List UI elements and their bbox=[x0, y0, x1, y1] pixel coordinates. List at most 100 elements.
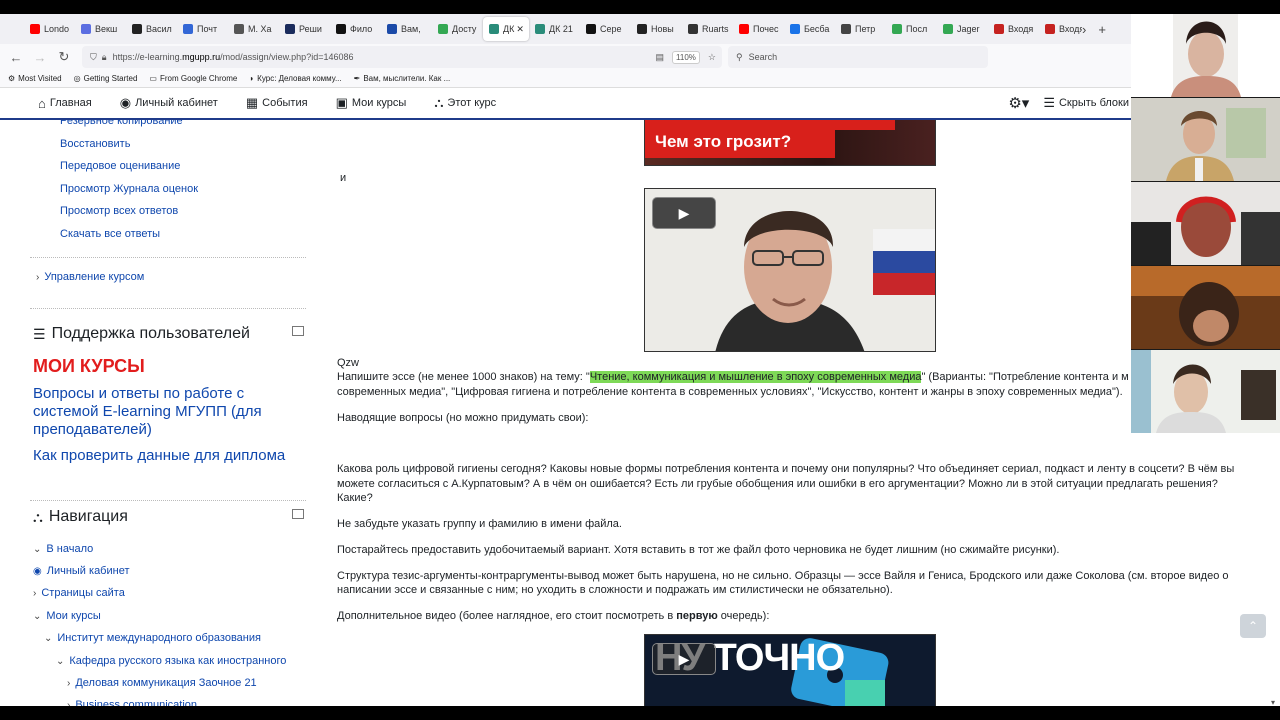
tab-favicon-icon bbox=[739, 24, 749, 34]
tab-label: Входя bbox=[1008, 24, 1034, 34]
play-button[interactable]: ▶ bbox=[652, 643, 716, 675]
browser-nav-bar: ← → ↻ ⛉ 🔒︎ https://e-learning. mgupp.ru/m… bbox=[0, 44, 1131, 70]
bookmark-item[interactable]: ◎ Getting Started bbox=[74, 74, 138, 83]
calendar-icon: ▦ bbox=[245, 95, 259, 110]
moodle-nav-label: События bbox=[262, 97, 308, 109]
video-embed-1[interactable]: Чем это грозит? bbox=[644, 120, 936, 166]
feather-icon: ✒ bbox=[353, 74, 361, 83]
task-suffix: " (Варианты: "Потребление контента и м bbox=[921, 371, 1129, 383]
browser-tab[interactable]: Новы bbox=[631, 17, 682, 41]
tab-favicon-icon bbox=[892, 24, 902, 34]
search-bar[interactable]: ⚲ Search bbox=[728, 46, 988, 68]
chevron-right-icon: › bbox=[36, 271, 40, 283]
bookmark-item[interactable]: ◗ Курс: Деловая комму... bbox=[249, 74, 341, 83]
admin-link[interactable]: Скачать все ответы bbox=[60, 228, 160, 240]
my-courses-heading: МОИ КУРСЫ bbox=[33, 356, 145, 376]
support-link-diploma[interactable]: Как проверить данные для диплома bbox=[33, 447, 285, 465]
participant-video-3[interactable] bbox=[1131, 182, 1280, 265]
participant-video-2[interactable] bbox=[1131, 98, 1280, 181]
zoom-level[interactable]: 110% bbox=[672, 50, 700, 64]
admin-link[interactable]: Резервное копирование bbox=[60, 120, 183, 127]
browser-tab[interactable]: Фило bbox=[330, 17, 381, 41]
reader-view-icon[interactable]: ▤ bbox=[656, 52, 665, 63]
browser-tab[interactable]: ДК ✕ bbox=[483, 17, 529, 41]
nav-tree-item[interactable]: ⌄ Институт международного образования bbox=[44, 632, 261, 644]
browser-tab[interactable]: Реши bbox=[279, 17, 330, 41]
bookmark-label: Getting Started bbox=[83, 74, 138, 83]
participant-video-4[interactable] bbox=[1131, 266, 1280, 349]
moodle-nav-item[interactable]: ◉ Личный кабинет bbox=[120, 95, 218, 111]
browser-tab[interactable]: Вам, bbox=[381, 17, 432, 41]
browser-tab[interactable]: ДК 21 bbox=[529, 17, 580, 41]
admin-link[interactable]: Просмотр Журнала оценок bbox=[60, 183, 198, 195]
task-line-2: современных медиа", "Цифровая гигиена и … bbox=[337, 386, 1123, 398]
browser-tab[interactable]: Векш bbox=[75, 17, 126, 41]
participant-video-1[interactable] bbox=[1131, 14, 1280, 97]
tab-label: Фило bbox=[350, 24, 373, 34]
nav-tree-item[interactable]: › Страницы сайта bbox=[33, 587, 125, 599]
new-tab-icon[interactable]: + bbox=[1098, 22, 1106, 37]
collapse-block-icon[interactable] bbox=[292, 509, 304, 519]
nav-tree-item[interactable]: ◉ Личный кабинет bbox=[33, 565, 130, 577]
moodle-nav-item[interactable]: ▣ Мои курсы bbox=[336, 95, 407, 111]
admin-link[interactable]: Передовое оценивание bbox=[60, 160, 180, 172]
nav-tree-item[interactable]: › Business communication bbox=[67, 699, 197, 706]
tab-close-icon[interactable]: ✕ bbox=[516, 24, 524, 35]
browser-tab[interactable]: Петр bbox=[835, 17, 886, 41]
paragraph-filename: Не забудьте указать группу и фамилию в и… bbox=[337, 518, 622, 530]
course-admin-link[interactable]: › Управление курсом bbox=[36, 271, 144, 283]
paragraph-readable: Постарайтесь предоставить удобочитаемый … bbox=[337, 544, 1060, 556]
bookmark-item[interactable]: ▭ From Google Chrome bbox=[149, 74, 237, 83]
search-icon: ⚲ bbox=[736, 51, 743, 62]
browser-tab[interactable]: Почес bbox=[733, 17, 784, 41]
browser-tab[interactable]: Jager bbox=[937, 17, 988, 41]
browser-tab[interactable]: М. Ха bbox=[228, 17, 279, 41]
nav-tree-item[interactable]: ⌄ В начало bbox=[33, 543, 93, 555]
bookmark-item[interactable]: ⚙ Most Visited bbox=[8, 74, 62, 83]
tab-favicon-icon bbox=[994, 24, 1004, 34]
back-icon[interactable]: ← bbox=[4, 50, 28, 65]
tab-label: Векш bbox=[95, 24, 118, 34]
play-button[interactable]: ▶ bbox=[652, 197, 716, 229]
settings-gear-icon[interactable]: ⚙▾ bbox=[1008, 94, 1029, 112]
browser-tab[interactable]: Посл bbox=[886, 17, 937, 41]
folder-icon: ▭ bbox=[149, 74, 157, 83]
moodle-nav-label: Личный кабинет bbox=[135, 97, 218, 109]
moodle-nav-label: Этот курс bbox=[447, 97, 497, 109]
tab-scroll-right-icon[interactable]: › bbox=[1082, 22, 1086, 37]
browser-tab[interactable]: Бесба bbox=[784, 17, 835, 41]
nav-tree-label: Личный кабинет bbox=[46, 565, 130, 577]
participant-video-5[interactable] bbox=[1131, 350, 1280, 433]
moodle-nav-item[interactable]: ⌂ Главная bbox=[38, 96, 92, 111]
bookmark-star-icon[interactable]: ☆ bbox=[708, 52, 716, 63]
browser-tab[interactable]: Ruarts bbox=[682, 17, 733, 41]
bookmark-item[interactable]: ✒ Вам, мыслители. Как ... bbox=[354, 74, 451, 83]
video-embed-2[interactable]: ▶ bbox=[644, 188, 936, 352]
admin-link[interactable]: Восстановить bbox=[60, 138, 130, 150]
browser-tab[interactable]: Входя bbox=[988, 17, 1039, 41]
browser-tab[interactable]: Почт bbox=[177, 17, 228, 41]
browser-tab[interactable]: Васил bbox=[126, 17, 177, 41]
moodle-nav-bar: ⌂ Главная ◉ Личный кабинет ▦ События ▣ Мои курс… bbox=[0, 88, 1131, 120]
tab-favicon-icon bbox=[336, 24, 346, 34]
browser-tab[interactable]: Досту bbox=[432, 17, 483, 41]
video-embed-3[interactable]: НУ ТОЧНО ▶ bbox=[644, 634, 936, 706]
moodle-nav-item[interactable]: ▦ События bbox=[246, 95, 308, 111]
moodle-nav-item[interactable]: ⛬ Этот курс bbox=[434, 95, 496, 111]
reload-icon[interactable]: ↻ bbox=[52, 49, 76, 65]
nav-tree-item[interactable]: › Деловая коммуникация Заочное 21 bbox=[67, 677, 257, 689]
forward-icon[interactable]: → bbox=[28, 50, 52, 65]
scroll-down-arrow-icon[interactable]: ▾ bbox=[1271, 698, 1275, 706]
collapse-block-icon[interactable] bbox=[292, 326, 304, 336]
url-bar[interactable]: ⛉ 🔒︎ https://e-learning. mgupp.ru/mod/ass… bbox=[82, 46, 722, 68]
tab-favicon-icon bbox=[387, 24, 397, 34]
hide-blocks-button[interactable]: ☰ Скрыть блоки bbox=[1043, 95, 1129, 111]
bookmark-label: Курс: Деловая комму... bbox=[257, 74, 342, 83]
admin-link[interactable]: Просмотр всех ответов bbox=[60, 205, 178, 217]
nav-tree-item[interactable]: ⌄ Мои курсы bbox=[33, 610, 101, 622]
browser-tab[interactable]: Сере bbox=[580, 17, 631, 41]
scroll-to-top-button[interactable]: ⌃ bbox=[1240, 614, 1266, 638]
browser-tab[interactable]: Londo bbox=[24, 17, 75, 41]
support-link-faq[interactable]: Вопросы и ответы по работе с системой E-… bbox=[33, 385, 293, 439]
nav-tree-item[interactable]: ⌄ Кафедра русского языка как иностранного bbox=[56, 655, 286, 667]
